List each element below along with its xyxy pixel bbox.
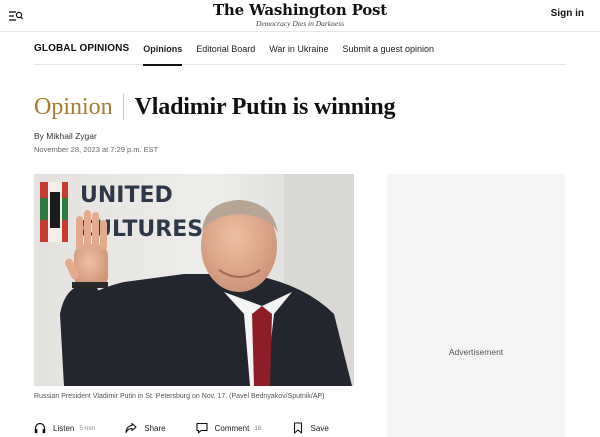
article-actions: Listen 5 min Share Comment 16 Save	[34, 420, 359, 436]
article-title: Vladimir Putin is winning	[134, 94, 396, 120]
comment-label: Comment	[214, 423, 250, 433]
publish-date: November 28, 2023 at 7:29 p.m. EST	[34, 145, 159, 154]
section-title[interactable]: GLOBAL OPINIONS	[34, 40, 129, 54]
opinion-kicker[interactable]: Opinion	[34, 91, 113, 123]
headline-divider	[122, 94, 124, 120]
share-button[interactable]: Share	[125, 422, 166, 434]
share-label: Share	[144, 423, 166, 433]
advertisement-slot[interactable]: Advertisement	[387, 174, 565, 437]
nav-item-submit-guest-opinion[interactable]: Submit a guest opinion	[342, 40, 434, 65]
top-bar: The Washington Post Democracy Dies in Da…	[0, 0, 600, 32]
masthead: The Washington Post Democracy Dies in Da…	[0, 2, 600, 29]
listen-duration: 5 min	[79, 424, 96, 432]
section-nav: GLOBAL OPINIONS Opinions Editorial Board…	[34, 40, 566, 66]
event-logo	[40, 182, 68, 242]
nav-item-editorial-board[interactable]: Editorial Board	[196, 40, 255, 65]
byline-prefix: By	[34, 131, 44, 141]
photo-illustration: UNITED CULTURES	[34, 174, 354, 386]
headphones-icon	[34, 422, 46, 434]
nav-item-war-in-ukraine[interactable]: War in Ukraine	[269, 40, 328, 65]
nav-item-opinions[interactable]: Opinions	[143, 40, 183, 66]
site-logo[interactable]: The Washington Post	[0, 2, 600, 19]
bookmark-icon	[293, 422, 302, 434]
comment-button[interactable]: Comment 16	[196, 422, 262, 434]
save-button[interactable]: Save	[292, 422, 329, 434]
advertisement-label: Advertisement	[448, 347, 504, 357]
photo-caption: Russian President Vladimir Putin in St. …	[34, 393, 325, 400]
headline: Opinion Vladimir Putin is winning	[34, 91, 396, 123]
author-link[interactable]: Mikhail Zygar	[46, 131, 97, 141]
comment-icon	[196, 422, 208, 434]
article-photo[interactable]: UNITED CULTURES	[34, 174, 354, 386]
listen-label: Listen	[53, 423, 75, 433]
save-label: Save	[310, 423, 329, 433]
sign-in-button[interactable]: Sign in	[551, 8, 584, 19]
listen-button[interactable]: Listen 5 min	[34, 422, 95, 434]
byline: By Mikhail Zygar	[34, 131, 97, 141]
site-tagline: Democracy Dies in Darkness	[255, 19, 345, 28]
comment-count: 16	[254, 424, 262, 432]
backdrop-text-1: UNITED	[80, 183, 173, 208]
share-icon	[125, 422, 137, 434]
